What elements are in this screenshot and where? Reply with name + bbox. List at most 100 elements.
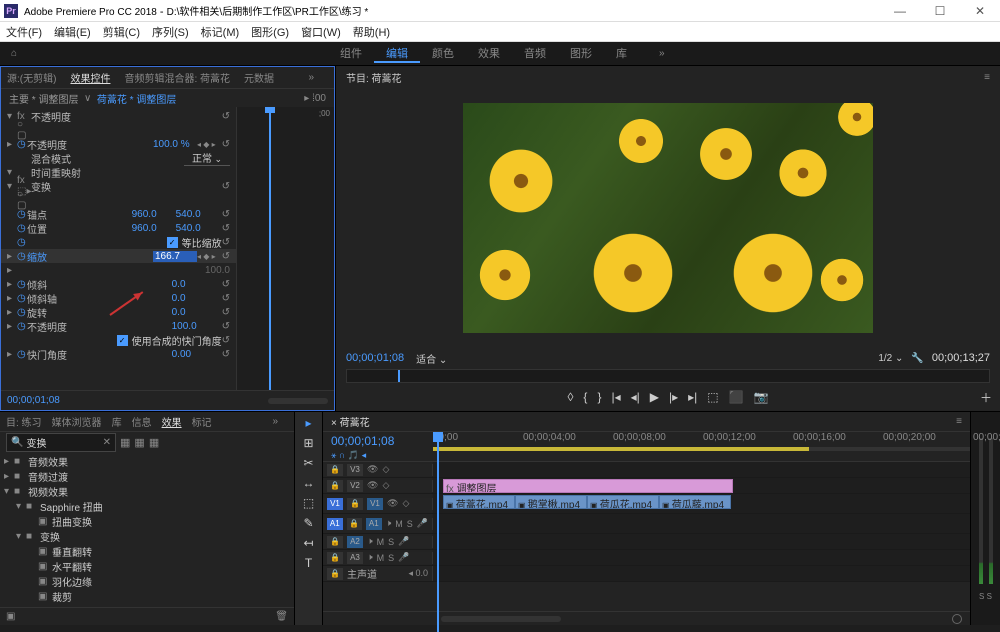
prop-shutterangle[interactable]: 快门角度 — [27, 347, 172, 362]
tree-item[interactable]: ▣扭曲变换 — [0, 514, 294, 529]
pen-tool-icon[interactable]: ✎ — [303, 516, 313, 530]
effects-search-input[interactable]: 🔍变换✕ — [6, 433, 116, 452]
tab-info[interactable]: 信息 — [132, 414, 152, 429]
maximize-button[interactable]: ☐ — [920, 0, 960, 22]
clip-adjustment[interactable]: fx 调整图层 — [443, 479, 733, 493]
go-to-out-icon[interactable]: ▸| — [688, 390, 697, 404]
tree-item[interactable]: ▣垂直翻转 — [0, 544, 294, 559]
menu-file[interactable]: 文件(F) — [6, 24, 42, 40]
clip-2[interactable]: ▣ 鹅掌楸.mp4 — [515, 495, 587, 509]
preset-filter3-icon[interactable]: ▦ — [149, 436, 159, 449]
timeline-zoom-bar[interactable] — [441, 616, 561, 622]
prop-timeremap[interactable]: 时间重映射 — [31, 165, 230, 180]
tab-libraries[interactable]: 库 — [112, 414, 122, 429]
tree-item[interactable]: ▣水平翻转 — [0, 559, 294, 574]
hand-tool-icon[interactable]: ↤ — [303, 536, 313, 550]
workspace-effects[interactable]: 效果 — [466, 45, 512, 63]
go-to-in-icon[interactable]: |◂ — [611, 390, 620, 404]
tree-item[interactable]: ▾■视频效果 — [0, 484, 294, 499]
tab-markers[interactable]: 标记 — [192, 414, 212, 429]
program-scrubber[interactable] — [346, 369, 990, 383]
workspace-color[interactable]: 颜色 — [420, 45, 466, 63]
new-bin-icon[interactable]: ▣ — [6, 611, 15, 622]
track-v3-lock[interactable]: 🔒 — [327, 464, 343, 476]
prop-tr-opacity[interactable]: 不透明度 — [27, 319, 172, 334]
solo-sync-icon[interactable]: S S — [979, 592, 992, 601]
workspace-assembly[interactable]: 组件 — [328, 45, 374, 63]
project-more-icon[interactable]: » — [272, 416, 278, 427]
extract-icon[interactable]: ⬛ — [729, 390, 744, 404]
program-panel-menu-icon[interactable]: ≡ — [984, 72, 990, 83]
timeline-panel-menu-icon[interactable]: ≡ — [956, 416, 962, 427]
track-v3-target[interactable]: V3 — [347, 464, 363, 476]
play-icon[interactable]: ▶ — [650, 390, 659, 404]
menu-window[interactable]: 窗口(W) — [301, 24, 341, 40]
scale-value[interactable]: 166.7 — [153, 251, 197, 262]
clip-3[interactable]: ▣ 荷瓜花.mp4 — [587, 495, 659, 509]
mark-in-icon[interactable]: { — [583, 390, 587, 404]
stopwatch-icon[interactable]: ◷ — [17, 139, 27, 150]
tab-audio-mixer[interactable]: 音频剪辑混合器: 荷蒿花 — [124, 70, 230, 85]
menu-sequence[interactable]: 序列(S) — [152, 24, 189, 40]
track-a2-target[interactable]: A2 — [347, 536, 363, 548]
preset-filter-icon[interactable]: ▦ — [120, 436, 130, 449]
tree-item[interactable]: ▣羽化边缘 — [0, 574, 294, 589]
source-timecode[interactable]: 00;00;01;08 — [7, 395, 60, 406]
timeline-ruler[interactable]: 00;00 00;00;04;00 00;00;08;00 00;00;12;0… — [433, 432, 970, 461]
program-scale-dropdown[interactable]: 1/2 ⌄ — [878, 353, 903, 364]
tab-metadata[interactable]: 元数据 — [244, 70, 274, 85]
menu-help[interactable]: 帮助(H) — [353, 24, 390, 40]
razor-tool-icon[interactable]: ↔ — [303, 476, 315, 490]
step-forward-icon[interactable]: |▸ — [669, 390, 678, 404]
track-v1-source[interactable]: V1 — [327, 498, 343, 510]
step-back-icon[interactable]: ◂| — [631, 390, 640, 404]
menu-clip[interactable]: 剪辑(C) — [103, 24, 140, 40]
effect-mini-timeline[interactable]: ;00 — [236, 107, 334, 390]
tree-item[interactable]: ▸■音频过渡 — [0, 469, 294, 484]
program-fit-dropdown[interactable]: 适合 ⌄ — [416, 351, 447, 366]
track-select-tool-icon[interactable]: ⊞ — [303, 436, 313, 450]
prop-rotation[interactable]: 旋转 — [27, 305, 172, 320]
workspace-more-icon[interactable]: » — [659, 48, 665, 59]
preset-filter2-icon[interactable]: ▦ — [134, 436, 144, 449]
slip-tool-icon[interactable]: ⬚ — [303, 496, 314, 510]
tab-effects[interactable]: 效果 — [162, 414, 182, 429]
tree-item[interactable]: ▾■Sapphire 扭曲 — [0, 499, 294, 514]
type-tool-icon[interactable]: T — [305, 556, 312, 570]
uniform-scale-checkbox[interactable]: ✓ — [167, 237, 178, 248]
tree-item[interactable]: ▣裁剪 — [0, 589, 294, 604]
program-view[interactable] — [336, 88, 1000, 347]
home-icon[interactable]: ⌂ — [0, 48, 28, 59]
menu-edit[interactable]: 编辑(E) — [54, 24, 91, 40]
mark-out-icon[interactable]: } — [597, 390, 601, 404]
opacity-value[interactable]: 100.0 % — [153, 139, 197, 150]
tab-effect-controls[interactable]: 效果控件 — [70, 70, 110, 85]
button-editor-icon[interactable]: ＋ — [980, 389, 992, 406]
prop-transform-section[interactable]: 变换 — [31, 179, 216, 194]
menu-graphics[interactable]: 图形(G) — [251, 24, 289, 40]
prop-position[interactable]: 位置 — [27, 221, 132, 236]
workspace-audio[interactable]: 音频 — [512, 45, 558, 63]
track-master[interactable]: 主声道 — [347, 566, 377, 581]
tab-project[interactable]: 目: 练习 — [6, 414, 42, 429]
tree-item[interactable]: ▾■变换 — [0, 529, 294, 544]
clip-1[interactable]: ▣ 荷蒿花.mp4 — [443, 495, 515, 509]
minimize-button[interactable]: — — [880, 0, 920, 22]
reset-icon[interactable]: ↺ — [222, 111, 230, 122]
prop-anchor[interactable]: 锚点 — [27, 207, 132, 222]
prop-opacity-section[interactable]: 不透明度 — [31, 109, 216, 124]
timeline-settings-icons[interactable]: ⚹ ∩ 🎵 ◂ — [331, 450, 425, 461]
lift-icon[interactable]: ⬚ — [707, 390, 718, 404]
sequence-tab[interactable]: × 荷蒿花 — [331, 414, 370, 429]
trash-icon[interactable]: 🗑 — [275, 611, 288, 622]
mini-zoom-bar[interactable] — [268, 398, 328, 404]
tree-item[interactable]: ▸■音频效果 — [0, 454, 294, 469]
export-frame-icon[interactable]: 📷 — [754, 390, 769, 404]
mini-tl-toggle[interactable]: ▸ ⁞00 — [304, 93, 326, 104]
tab-media-browser[interactable]: 媒体浏览器 — [52, 414, 102, 429]
wrench-icon[interactable]: 🔧 — [911, 353, 923, 364]
panel-menu-icon[interactable]: » — [308, 72, 314, 83]
prop-skewaxis[interactable]: 倾斜轴 — [27, 291, 172, 306]
ripple-tool-icon[interactable]: ✂ — [303, 456, 313, 470]
track-v2-target[interactable]: V2 — [347, 480, 363, 492]
